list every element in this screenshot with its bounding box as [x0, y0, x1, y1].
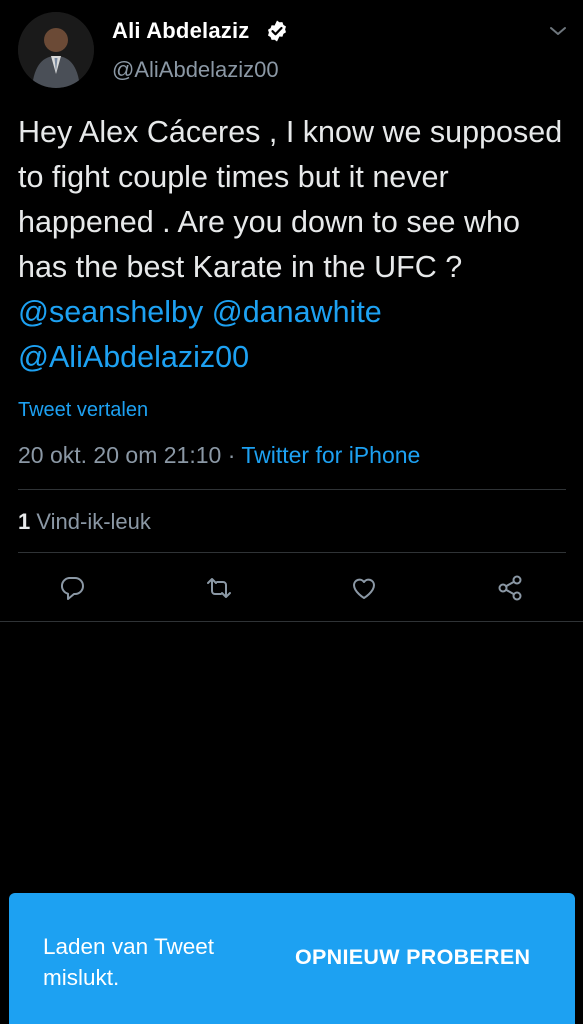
snackbar-message: Laden van Tweet mislukt. [43, 934, 214, 990]
mention-link[interactable]: @danawhite [212, 295, 382, 329]
chevron-down-icon[interactable] [548, 24, 568, 38]
like-count: 1 [18, 509, 31, 534]
tweet-header: Ali Abdelaziz @AliAbdelaziz00 [0, 0, 583, 100]
reply-icon [60, 577, 84, 600]
avatar[interactable] [18, 12, 94, 88]
mention-link[interactable]: @AliAbdelaziz00 [18, 340, 249, 374]
divider [0, 621, 583, 622]
share-button[interactable] [495, 573, 525, 603]
author-display-name[interactable]: Ali Abdelaziz [112, 18, 249, 44]
reply-button[interactable] [57, 573, 87, 603]
tweet-timestamp[interactable]: 20 okt. 20 om 21:10 [18, 442, 221, 468]
retry-button[interactable]: OPNIEUW PROBEREN [295, 945, 530, 970]
divider [18, 552, 566, 553]
tweet-body: Hey Alex Cáceres , I know we supposed to… [18, 110, 566, 380]
tweet-source-link[interactable]: Twitter for iPhone [241, 442, 420, 468]
retweet-button[interactable] [204, 573, 234, 603]
tweet-meta: 20 okt. 20 om 21:10 · Twitter for iPhone [18, 442, 420, 469]
mention-link[interactable]: @seanshelby [18, 295, 203, 329]
author-handle[interactable]: @AliAbdelaziz00 [112, 57, 279, 83]
translate-tweet-link[interactable]: Tweet vertalen [18, 399, 148, 422]
divider [18, 489, 566, 490]
error-snackbar: Laden van Tweet mislukt. OPNIEUW PROBERE… [9, 893, 575, 1024]
likes-stat[interactable]: 1 Vind-ik-leuk [18, 509, 151, 535]
avatar-photo [18, 12, 94, 88]
share-icon [498, 575, 522, 601]
like-label: Vind-ik-leuk [30, 509, 151, 534]
retweet-icon [207, 578, 231, 598]
meta-separator: · [221, 442, 242, 468]
like-icon [353, 578, 375, 599]
like-button[interactable] [349, 573, 379, 603]
verified-badge-icon [268, 20, 286, 42]
tweet-text: Hey Alex Cáceres , I know we supposed to… [18, 115, 563, 284]
